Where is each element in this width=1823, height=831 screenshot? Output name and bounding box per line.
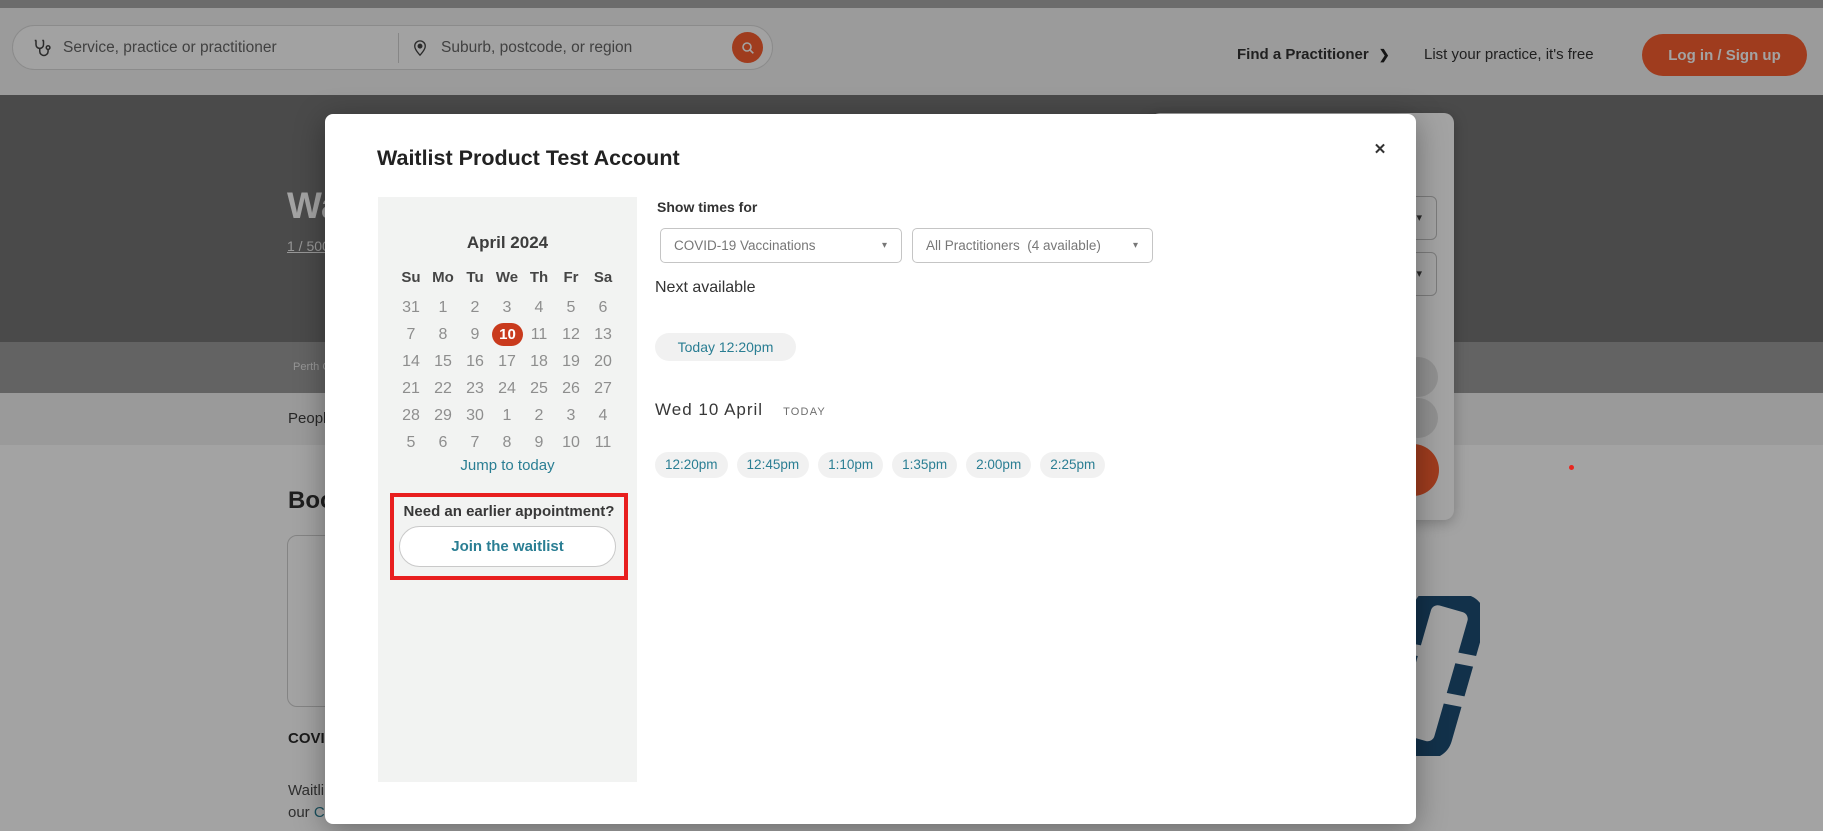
- calendar-day[interactable]: 23: [459, 375, 491, 402]
- red-annotation-box: Need an earlier appointment? Join the wa…: [390, 493, 628, 580]
- date-heading: Wed 10 April: [655, 400, 763, 420]
- calendar-day[interactable]: 5: [395, 429, 427, 456]
- calendar-day[interactable]: 25: [523, 375, 555, 402]
- calendar-day[interactable]: 18: [523, 348, 555, 375]
- calendar-day[interactable]: 21: [395, 375, 427, 402]
- calendar-day[interactable]: 16: [459, 348, 491, 375]
- calendar-day[interactable]: 13: [587, 321, 619, 348]
- time-slot[interactable]: 12:20pm: [655, 452, 728, 478]
- calendar-day[interactable]: 15: [427, 348, 459, 375]
- calendar-day[interactable]: 10: [555, 429, 587, 456]
- calendar-day-header: Fr: [555, 269, 587, 286]
- red-dot-marker: [1569, 465, 1574, 470]
- calendar-day[interactable]: 9: [459, 321, 491, 348]
- calendar-day[interactable]: 24: [491, 375, 523, 402]
- service-dropdown[interactable]: COVID-19 Vaccinations ▾: [660, 228, 902, 263]
- date-heading-row: Wed 10 April TODAY: [655, 400, 826, 420]
- calendar-day[interactable]: 4: [523, 294, 555, 321]
- next-available-label: Next available: [655, 279, 756, 297]
- calendar-day[interactable]: 26: [555, 375, 587, 402]
- calendar-day[interactable]: 6: [587, 294, 619, 321]
- time-slot[interactable]: 2:00pm: [966, 452, 1031, 478]
- calendar-panel: April 2024 SuMoTuWeThFrSa 31123456789101…: [378, 197, 637, 782]
- calendar-day[interactable]: 8: [427, 321, 459, 348]
- practitioner-dropdown[interactable]: All Practitioners (4 available) ▾: [912, 228, 1153, 263]
- calendar-day[interactable]: 28: [395, 402, 427, 429]
- waitlist-prompt: Need an earlier appointment?: [394, 503, 624, 520]
- calendar-day[interactable]: 1: [427, 294, 459, 321]
- calendar-day[interactable]: 22: [427, 375, 459, 402]
- calendar-day[interactable]: 11: [587, 429, 619, 456]
- calendar-day[interactable]: 1: [491, 402, 523, 429]
- join-waitlist-button[interactable]: Join the waitlist: [399, 526, 616, 567]
- calendar-day[interactable]: 4: [587, 402, 619, 429]
- calendar-day[interactable]: 19: [555, 348, 587, 375]
- calendar-day[interactable]: 6: [427, 429, 459, 456]
- calendar-day[interactable]: 2: [459, 294, 491, 321]
- calendar-day[interactable]: 31: [395, 294, 427, 321]
- calendar-day[interactable]: 8: [491, 429, 523, 456]
- modal-title: Waitlist Product Test Account: [377, 146, 680, 171]
- show-times-label: Show times for: [657, 199, 757, 215]
- calendar-day[interactable]: 7: [395, 321, 427, 348]
- calendar-day[interactable]: 3: [491, 294, 523, 321]
- time-slot[interactable]: 12:45pm: [737, 452, 810, 478]
- calendar-day[interactable]: 9: [523, 429, 555, 456]
- calendar-grid: 3112345678910111213141516171819202122232…: [395, 294, 619, 456]
- calendar-day[interactable]: 10: [492, 323, 523, 346]
- caret-down-icon: ▾: [1133, 240, 1138, 251]
- calendar-day-header: We: [491, 269, 523, 286]
- calendar-day[interactable]: 11: [523, 321, 555, 348]
- time-slot[interactable]: 2:25pm: [1040, 452, 1105, 478]
- calendar-day[interactable]: 27: [587, 375, 619, 402]
- calendar-day-header: Tu: [459, 269, 491, 286]
- practitioner-dropdown-value: All Practitioners (4 available): [926, 238, 1101, 253]
- calendar-day[interactable]: 17: [491, 348, 523, 375]
- calendar-day-header: Th: [523, 269, 555, 286]
- calendar-day-header: Mo: [427, 269, 459, 286]
- calendar-day[interactable]: 7: [459, 429, 491, 456]
- caret-down-icon: ▾: [882, 240, 887, 251]
- calendar-day[interactable]: 3: [555, 402, 587, 429]
- today-badge: TODAY: [783, 406, 826, 418]
- calendar-day[interactable]: 14: [395, 348, 427, 375]
- service-dropdown-value: COVID-19 Vaccinations: [674, 238, 816, 253]
- jump-to-today-link[interactable]: Jump to today: [378, 457, 637, 474]
- page: Service, practice or practitioner Suburb…: [0, 0, 1823, 831]
- calendar-day[interactable]: 12: [555, 321, 587, 348]
- calendar-day-headers: SuMoTuWeThFrSa: [395, 269, 619, 286]
- calendar-day[interactable]: 20: [587, 348, 619, 375]
- calendar-month-label: April 2024: [378, 233, 637, 253]
- next-available-slot[interactable]: Today 12:20pm: [655, 333, 796, 361]
- calendar-day-header: Sa: [587, 269, 619, 286]
- calendar-day[interactable]: 30: [459, 402, 491, 429]
- time-slot[interactable]: 1:10pm: [818, 452, 883, 478]
- calendar-day[interactable]: 2: [523, 402, 555, 429]
- calendar-day-header: Su: [395, 269, 427, 286]
- calendar-day[interactable]: 29: [427, 402, 459, 429]
- close-icon[interactable]: ✕: [1368, 138, 1392, 162]
- time-slot[interactable]: 1:35pm: [892, 452, 957, 478]
- calendar-day[interactable]: 5: [555, 294, 587, 321]
- booking-modal: Waitlist Product Test Account ✕ April 20…: [325, 114, 1416, 824]
- time-slot-list: 12:20pm 12:45pm 1:10pm 1:35pm 2:00pm 2:25pm: [655, 452, 1105, 478]
